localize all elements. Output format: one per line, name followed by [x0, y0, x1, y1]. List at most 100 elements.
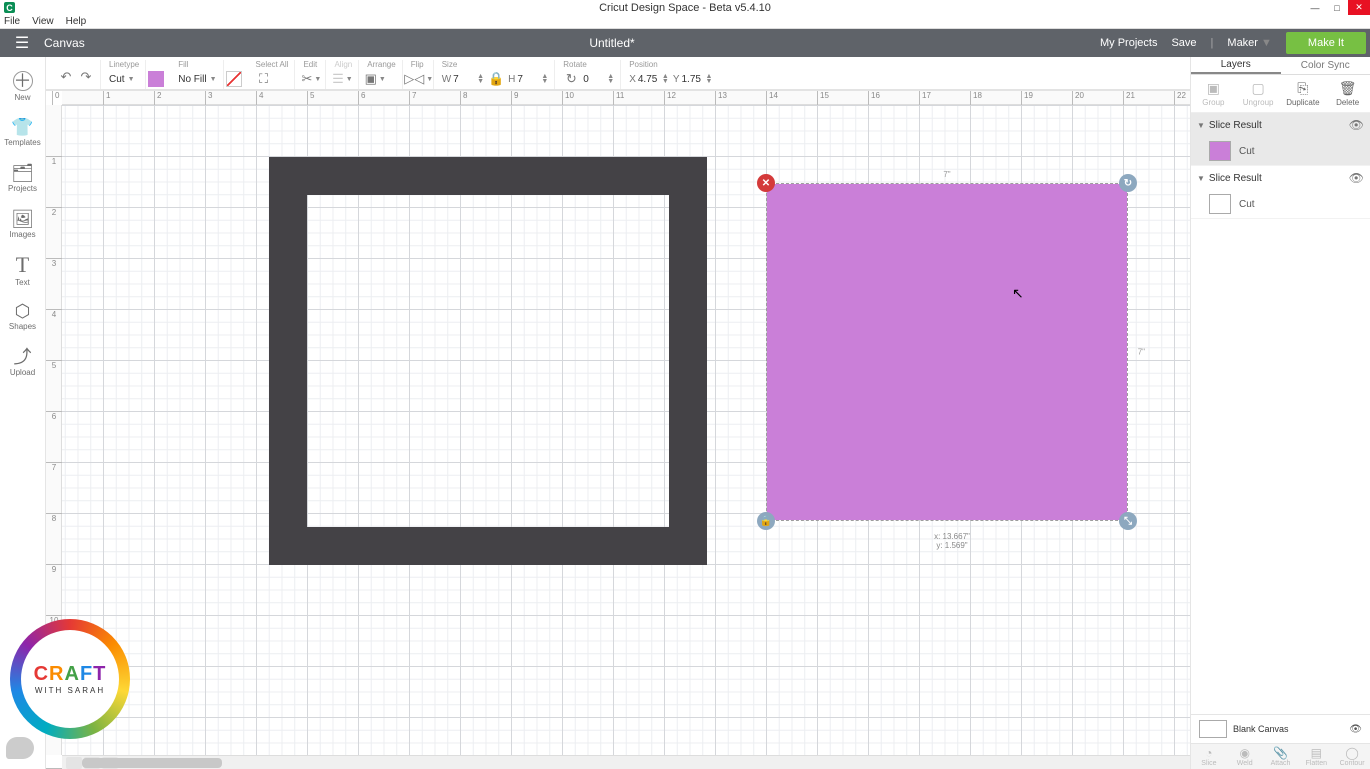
layer-header-2[interactable]: ▼ Slice Result 👁	[1191, 166, 1370, 190]
chevron-down-icon[interactable]: ▼	[1197, 121, 1205, 130]
close-button[interactable]: ✕	[1348, 0, 1370, 15]
lock-aspect-icon[interactable]: 🔒	[488, 71, 504, 87]
title-bar: C Cricut Design Space - Beta v5.4.10 — □…	[0, 0, 1370, 15]
line-color-swatch[interactable]	[148, 71, 164, 87]
flip-icon[interactable]: ▷◁▼	[411, 71, 427, 87]
shape-purple-square[interactable]	[767, 184, 1127, 520]
hamburger-icon[interactable]: ☰	[0, 33, 44, 53]
pos-x-input[interactable]: X4.75▲▼	[629, 74, 669, 85]
logo-text: CRAFT	[34, 663, 107, 686]
shape-frame[interactable]	[269, 157, 707, 565]
selection-width-label: 7"	[943, 170, 950, 179]
linetype-select[interactable]: Cut▼	[109, 70, 139, 88]
sidebar-new[interactable]: ＋New	[0, 63, 46, 109]
ruler-tick: 9	[511, 91, 518, 105]
minimize-button[interactable]: —	[1304, 0, 1326, 15]
layer-name: Slice Result	[1209, 173, 1262, 184]
duplicate-icon: ⎘	[1297, 80, 1308, 97]
ungroup-icon: ▢	[1252, 80, 1265, 97]
delete-handle-icon[interactable]: ✕	[757, 174, 775, 192]
ruler-tick: 14	[766, 91, 778, 105]
delete-button[interactable]: 🗑Delete	[1325, 75, 1370, 112]
ruler-tick: 3	[46, 258, 62, 268]
layer-item-1[interactable]: Cut	[1191, 137, 1370, 165]
tab-layers[interactable]: Layers	[1191, 57, 1281, 74]
ruler-tick: 1	[103, 91, 110, 105]
menu-view[interactable]: View	[32, 16, 54, 27]
scale-handle-icon[interactable]: ⤡	[1119, 512, 1137, 530]
ruler-tick: 0	[52, 91, 59, 105]
redo-icon[interactable]: ↷	[78, 69, 94, 85]
sidebar-templates[interactable]: 👕Templates	[0, 109, 46, 155]
bottom-scrollbar[interactable]	[62, 755, 1190, 769]
layer-header-1[interactable]: ▼ Slice Result 👁	[1191, 113, 1370, 137]
selected-shape[interactable]: ✕ ↻ 🔒 ⤡ 7" 7" x: 13.667" y: 1.569"	[766, 183, 1128, 521]
canvas-visibility-icon[interactable]: 👁	[1349, 724, 1362, 735]
ruler-tick: 6	[46, 411, 62, 421]
sidebar-shapes[interactable]: ⬡Shapes	[0, 293, 46, 339]
undo-icon[interactable]: ↶	[58, 69, 74, 85]
size-h-input[interactable]: H7▲▼	[508, 74, 548, 85]
ruler-tick: 1	[46, 156, 62, 166]
rotate-handle-icon[interactable]: ↻	[1119, 174, 1137, 192]
flatten-button: ▤Flatten	[1298, 744, 1334, 769]
size-label: Size	[442, 60, 549, 69]
rotate-icon: ↻	[563, 71, 579, 87]
machine-select[interactable]: Maker ▼	[1227, 37, 1272, 49]
size-w-input[interactable]: W7▲▼	[442, 74, 484, 85]
arrange-icon[interactable]: ▣▼	[367, 71, 383, 87]
menu-help[interactable]: Help	[66, 16, 87, 27]
attach-button: 📎Attach	[1263, 744, 1299, 769]
attach-icon: 📎	[1273, 746, 1288, 760]
menu-file[interactable]: File	[4, 16, 20, 27]
layer-item-2[interactable]: Cut	[1191, 190, 1370, 218]
template-icon: 👕	[11, 118, 33, 136]
menu-bar: File View Help	[0, 15, 1370, 29]
zoom-out-icon[interactable]	[66, 757, 82, 769]
ruler-tick: 18	[970, 91, 982, 105]
layer-name: Slice Result	[1209, 120, 1262, 131]
images-icon: 🖼	[11, 210, 34, 228]
ungroup-button: ▢Ungroup	[1236, 75, 1281, 112]
edit-icon[interactable]: ✂▼	[303, 71, 319, 87]
tab-colorsync[interactable]: Color Sync	[1281, 57, 1370, 74]
chat-icon[interactable]	[6, 737, 34, 759]
position-label: Position	[629, 60, 712, 69]
rotate-input[interactable]: 0▲▼	[583, 74, 614, 85]
ruler-tick: 4	[256, 91, 263, 105]
ruler-tick: 9	[46, 564, 62, 574]
slice-button: ◔Slice	[1191, 744, 1227, 769]
layer-ops: ◔Slice ◉Weld 📎Attach ▤Flatten ◯Contour	[1191, 743, 1370, 769]
sidebar-images[interactable]: 🖼Images	[0, 201, 46, 247]
fill-color-swatch[interactable]	[226, 71, 242, 87]
sidebar-upload[interactable]: ⤴Upload	[0, 339, 46, 385]
text-icon: T	[16, 254, 29, 276]
ruler-tick: 5	[46, 360, 62, 370]
my-projects-link[interactable]: My Projects	[1100, 37, 1157, 49]
lock-handle-icon[interactable]: 🔒	[757, 512, 775, 530]
scroll-thumb[interactable]	[82, 758, 222, 768]
save-button[interactable]: Save	[1171, 37, 1196, 49]
fill-select[interactable]: No Fill▼	[178, 70, 216, 88]
ruler-tick: 2	[46, 207, 62, 217]
sidebar-text[interactable]: TText	[0, 247, 46, 293]
make-it-button[interactable]: Make It	[1286, 32, 1366, 54]
eye-icon[interactable]: 👁	[1349, 118, 1364, 132]
layers-panel: Layers Color Sync ▣Group ▢Ungroup ⎘Dupli…	[1190, 57, 1370, 769]
layer-actions: ▣Group ▢Ungroup ⎘Duplicate 🗑Delete	[1191, 75, 1370, 113]
doc-title[interactable]: Untitled*	[124, 36, 1100, 50]
grid: ✕ ↻ 🔒 ⤡ 7" 7" x: 13.667" y: 1.569" ↖	[62, 105, 1190, 755]
edit-toolbar: ↶ ↷ Linetype Cut▼ Fill No Fill▼ S	[46, 57, 1190, 91]
sidebar-projects[interactable]: 🗂Projects	[0, 155, 46, 201]
canvas[interactable]: 012345678910111213141516171819202122 123…	[46, 91, 1190, 769]
header-bar: ☰ Canvas Untitled* My Projects Save | Ma…	[0, 29, 1370, 57]
chevron-down-icon[interactable]: ▼	[1197, 174, 1205, 183]
blank-canvas-row[interactable]: Blank Canvas 👁	[1191, 715, 1370, 743]
maximize-button[interactable]: □	[1326, 0, 1348, 15]
eye-icon[interactable]: 👁	[1349, 171, 1364, 185]
pos-y-input[interactable]: Y1.75▲▼	[673, 74, 713, 85]
duplicate-button[interactable]: ⎘Duplicate	[1281, 75, 1326, 112]
select-all-icon[interactable]: ⛶	[256, 71, 272, 87]
cursor-coords: x: 13.667" y: 1.569"	[907, 532, 997, 550]
plus-circle-icon: ＋	[13, 71, 33, 91]
